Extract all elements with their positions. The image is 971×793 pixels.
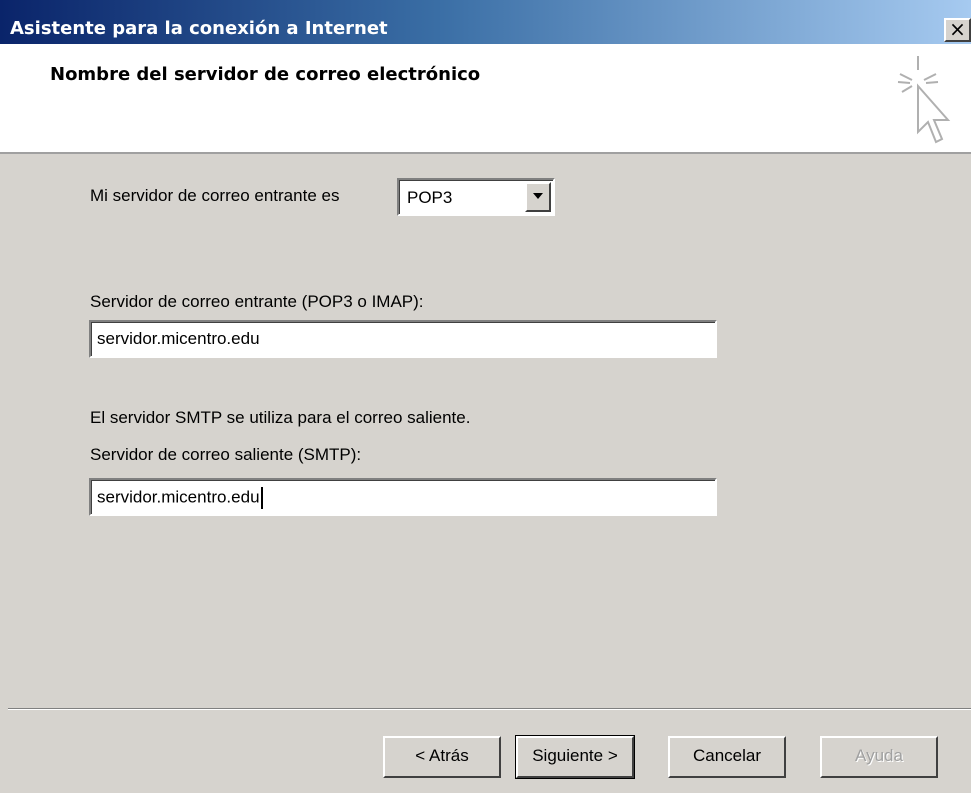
left-border (0, 154, 8, 793)
wizard-window: Asistente para la conexión a Internet × … (0, 0, 971, 793)
incoming-server-input[interactable]: servidor.micentro.edu (89, 320, 717, 358)
wizard-header: Nombre del servidor de correo electrónic… (0, 44, 971, 154)
text-caret (260, 487, 263, 509)
outgoing-server-value: servidor.micentro.edu (97, 487, 260, 507)
wizard-cursor-sparkle-icon (897, 56, 951, 144)
incoming-server-value: servidor.micentro.edu (97, 329, 260, 348)
incoming-type-label: Mi servidor de correo entrante es (90, 186, 340, 205)
incoming-type-value: POP3 (407, 188, 453, 207)
back-button[interactable]: < Atrás (383, 736, 501, 778)
title-bar: Asistente para la conexión a Internet × (0, 0, 971, 44)
page-title: Nombre del servidor de correo electrónic… (50, 64, 481, 85)
outgoing-server-input[interactable]: servidor.micentro.edu (89, 478, 717, 516)
incoming-type-select[interactable]: POP3 (397, 178, 555, 216)
chevron-down-icon[interactable] (525, 182, 551, 212)
cancel-button[interactable]: Cancelar (668, 736, 786, 778)
window-title: Asistente para la conexión a Internet (10, 18, 388, 39)
footer-separator (8, 708, 971, 710)
smtp-note: El servidor SMTP se utiliza para el corr… (90, 408, 471, 427)
next-button[interactable]: Siguiente > (515, 735, 635, 779)
outgoing-server-label: Servidor de correo saliente (SMTP): (90, 445, 362, 464)
incoming-server-label: Servidor de correo entrante (POP3 o IMAP… (90, 292, 424, 311)
help-button[interactable]: Ayuda (820, 736, 938, 778)
close-button[interactable]: × (944, 18, 971, 42)
